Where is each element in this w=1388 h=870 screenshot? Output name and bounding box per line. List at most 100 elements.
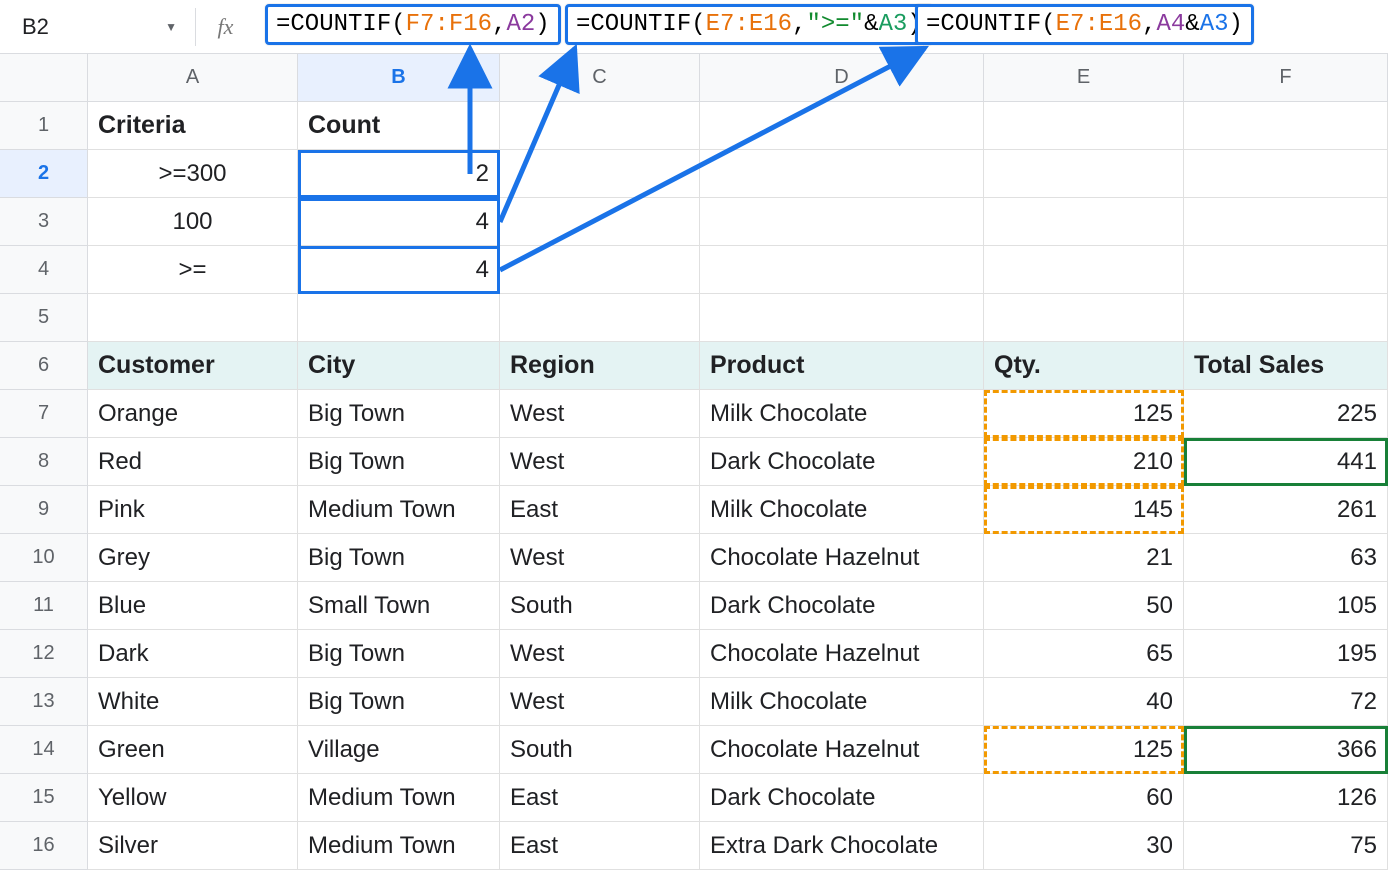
cell[interactable] xyxy=(1184,102,1388,150)
cell-region[interactable]: West xyxy=(500,390,700,438)
cell-customer[interactable]: White xyxy=(88,678,298,726)
cell-region[interactable]: South xyxy=(500,726,700,774)
cell-A2[interactable]: >=300 xyxy=(88,150,298,198)
cell-qty[interactable]: 65 xyxy=(984,630,1184,678)
cell-city[interactable]: Big Town xyxy=(298,438,500,486)
cell-customer[interactable]: Red xyxy=(88,438,298,486)
cell[interactable] xyxy=(984,198,1184,246)
cell-qty[interactable]: 50 xyxy=(984,582,1184,630)
cell-city[interactable]: Small Town xyxy=(298,582,500,630)
select-all-corner[interactable] xyxy=(0,54,88,102)
cell-city[interactable]: Big Town xyxy=(298,678,500,726)
rowhead[interactable]: 3 xyxy=(0,198,88,246)
cell-customer[interactable]: Silver xyxy=(88,822,298,870)
cell-total[interactable]: 75 xyxy=(1184,822,1388,870)
cell-A3[interactable]: 100 xyxy=(88,198,298,246)
cell[interactable] xyxy=(298,294,500,342)
cell[interactable] xyxy=(700,102,984,150)
cell-qty[interactable]: 145 xyxy=(984,486,1184,534)
cell[interactable] xyxy=(1184,246,1388,294)
cell-product[interactable]: Dark Chocolate xyxy=(700,438,984,486)
rowhead[interactable]: 14 xyxy=(0,726,88,774)
cell[interactable] xyxy=(88,294,298,342)
cell-qty[interactable]: 40 xyxy=(984,678,1184,726)
colhead-A[interactable]: A xyxy=(88,54,298,102)
cell-total[interactable]: 72 xyxy=(1184,678,1388,726)
cell-city[interactable]: Big Town xyxy=(298,534,500,582)
cell-customer[interactable]: Green xyxy=(88,726,298,774)
th-qty[interactable]: Qty. xyxy=(984,342,1184,390)
cell[interactable] xyxy=(700,198,984,246)
cell-total[interactable]: 195 xyxy=(1184,630,1388,678)
cell-product[interactable]: Chocolate Hazelnut xyxy=(700,534,984,582)
th-customer[interactable]: Customer xyxy=(88,342,298,390)
cell-product[interactable]: Milk Chocolate xyxy=(700,678,984,726)
cell-qty[interactable]: 125 xyxy=(984,390,1184,438)
cell-total[interactable]: 261 xyxy=(1184,486,1388,534)
cell-region[interactable]: West xyxy=(500,678,700,726)
cell-region[interactable]: East xyxy=(500,822,700,870)
spreadsheet-grid[interactable]: A B C D E F 1 2 3 4 5 6 7 8 9 10 11 12 1… xyxy=(0,54,1388,868)
cell-product[interactable]: Chocolate Hazelnut xyxy=(700,726,984,774)
rowhead[interactable]: 6 xyxy=(0,342,88,390)
rowhead[interactable]: 12 xyxy=(0,630,88,678)
cell-customer[interactable]: Orange xyxy=(88,390,298,438)
cell-qty[interactable]: 30 xyxy=(984,822,1184,870)
colhead-C[interactable]: C xyxy=(500,54,700,102)
cell-A1[interactable]: Criteria xyxy=(88,102,298,150)
cell-product[interactable]: Milk Chocolate xyxy=(700,486,984,534)
cell-region[interactable]: West xyxy=(500,630,700,678)
cell-region[interactable]: West xyxy=(500,534,700,582)
cell[interactable] xyxy=(500,102,700,150)
formula-input[interactable]: =COUNTIF(F7:F16,A2) =COUNTIF(E7:E16,">="… xyxy=(255,0,1388,53)
th-total[interactable]: Total Sales xyxy=(1184,342,1388,390)
rowhead[interactable]: 2 xyxy=(0,150,88,198)
cell-region[interactable]: East xyxy=(500,486,700,534)
cell[interactable] xyxy=(500,294,700,342)
colhead-D[interactable]: D xyxy=(700,54,984,102)
chevron-down-icon[interactable]: ▼ xyxy=(165,20,177,34)
rowhead[interactable]: 10 xyxy=(0,534,88,582)
cell-city[interactable]: Medium Town xyxy=(298,774,500,822)
cell-product[interactable]: Dark Chocolate xyxy=(700,582,984,630)
rowhead[interactable]: 16 xyxy=(0,822,88,870)
cell-qty[interactable]: 210 xyxy=(984,438,1184,486)
cell-qty[interactable]: 60 xyxy=(984,774,1184,822)
cell-customer[interactable]: Pink xyxy=(88,486,298,534)
cell[interactable] xyxy=(700,150,984,198)
cell[interactable] xyxy=(984,294,1184,342)
cell-customer[interactable]: Yellow xyxy=(88,774,298,822)
rowhead[interactable]: 15 xyxy=(0,774,88,822)
cell-region[interactable]: West xyxy=(500,438,700,486)
cell-city[interactable]: Big Town xyxy=(298,630,500,678)
cell-product[interactable]: Chocolate Hazelnut xyxy=(700,630,984,678)
cell-customer[interactable]: Grey xyxy=(88,534,298,582)
cell-region[interactable]: South xyxy=(500,582,700,630)
cell-product[interactable]: Milk Chocolate xyxy=(700,390,984,438)
cell-product[interactable]: Dark Chocolate xyxy=(700,774,984,822)
cell[interactable] xyxy=(1184,294,1388,342)
cell-customer[interactable]: Dark xyxy=(88,630,298,678)
th-city[interactable]: City xyxy=(298,342,500,390)
cell-total[interactable]: 63 xyxy=(1184,534,1388,582)
cell-city[interactable]: Big Town xyxy=(298,390,500,438)
th-product[interactable]: Product xyxy=(700,342,984,390)
rowhead[interactable]: 5 xyxy=(0,294,88,342)
cell-city[interactable]: Medium Town xyxy=(298,486,500,534)
cell-B4[interactable]: 4 xyxy=(298,246,500,294)
cell-qty[interactable]: 125 xyxy=(984,726,1184,774)
colhead-F[interactable]: F xyxy=(1184,54,1388,102)
rowhead[interactable]: 8 xyxy=(0,438,88,486)
cell[interactable] xyxy=(500,198,700,246)
cell-city[interactable]: Village xyxy=(298,726,500,774)
cell-total[interactable]: 366 xyxy=(1184,726,1388,774)
cell[interactable] xyxy=(984,102,1184,150)
rowhead[interactable]: 7 xyxy=(0,390,88,438)
cell-product[interactable]: Extra Dark Chocolate xyxy=(700,822,984,870)
cell-B3[interactable]: 4 xyxy=(298,198,500,246)
cell[interactable] xyxy=(500,246,700,294)
cell-city[interactable]: Medium Town xyxy=(298,822,500,870)
cell-region[interactable]: East xyxy=(500,774,700,822)
colhead-E[interactable]: E xyxy=(984,54,1184,102)
cell[interactable] xyxy=(984,150,1184,198)
